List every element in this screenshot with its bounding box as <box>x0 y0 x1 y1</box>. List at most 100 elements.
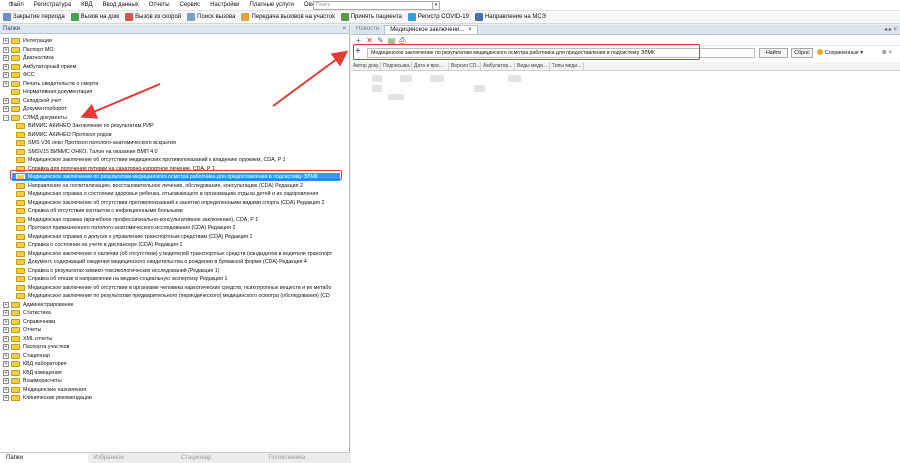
document-tab[interactable]: Медицинское заключени... × <box>384 25 478 34</box>
tree-document-type[interactable]: Справка о состоянии на учете в диспансер… <box>0 241 182 249</box>
tree-folder[interactable]: + Паспорт МО <box>0 46 53 54</box>
tree-folder[interactable]: + КВД лаборатория <box>0 360 66 368</box>
expand-icon[interactable]: + <box>3 106 9 112</box>
toolbar-button[interactable]: Вызов из скорой <box>125 13 181 21</box>
toolbar-button[interactable]: Направление на МСЭ <box>474 13 546 21</box>
bottom-tab[interactable]: Избранное <box>88 453 176 463</box>
expand-icon[interactable]: + <box>3 46 9 53</box>
tree-document-type[interactable]: Медицинская справка о допуске к управлен… <box>0 233 252 241</box>
tree-document-type[interactable]: Протокол прижизненного патолого-анатомич… <box>0 224 235 232</box>
tree-folder[interactable]: Нормативная документация <box>0 88 92 96</box>
tree-document-type[interactable]: ВИМИС АКИНЕО Протокол родов <box>0 131 112 139</box>
tree-document-type[interactable]: Справка об отсутствии контактов с инфекц… <box>0 207 183 215</box>
expand-icon[interactable]: + <box>3 310 9 316</box>
tree-document-type[interactable]: Справка для получения путевки на санатор… <box>0 165 215 173</box>
expand-icon[interactable]: + <box>3 301 9 308</box>
menu-item[interactable]: Настройки <box>205 0 244 11</box>
expand-icon[interactable]: + <box>3 344 9 350</box>
tree-document-type[interactable]: Медицинская справка (врачебное профессио… <box>0 216 258 224</box>
tree-folder[interactable]: + Амбулаторный прием <box>0 63 76 71</box>
tree-document-type[interactable]: Медицинское заключение об отсутствии про… <box>0 199 324 207</box>
expand-icon[interactable]: + <box>3 38 9 44</box>
grid-column-header[interactable]: Версия CD... <box>449 62 481 70</box>
menu-item[interactable]: Ввод данных <box>98 0 144 11</box>
bottom-tab[interactable]: Поликлиника <box>263 453 351 463</box>
menu-item[interactable]: Файл <box>4 0 29 11</box>
tree-folder[interactable]: + Печать свидетельств о смерти <box>0 80 98 88</box>
grid-column-header[interactable]: Автор доку... <box>351 62 381 70</box>
expand-icon[interactable]: + <box>3 80 9 87</box>
grid-column-header[interactable]: Виды меди... <box>515 62 550 70</box>
tree-document-type[interactable]: ВИМИС АКИНЕО Заключение по результатам Р… <box>0 122 154 130</box>
chevron-down-icon[interactable]: ▾ <box>432 2 439 9</box>
tree-folder[interactable]: + ФСС <box>0 71 35 79</box>
document-type-field[interactable]: Медицинское заключение по результатам ме… <box>367 48 755 58</box>
expand-icon[interactable]: + <box>3 327 9 333</box>
saved-filters-dropdown[interactable]: Сохраненные ▾ <box>817 48 863 58</box>
tree-folder[interactable]: + Администрирование <box>0 301 74 309</box>
expand-icon[interactable]: + <box>3 369 9 376</box>
clear-filter-icon[interactable]: ⊗ × <box>882 48 892 58</box>
tree-folder[interactable]: + Стационар <box>0 352 50 360</box>
collapse-icon[interactable]: - <box>3 114 9 121</box>
tree-folder[interactable]: + КВД извещения <box>0 369 62 377</box>
tree-folder[interactable]: + Интеграции <box>0 37 52 45</box>
menu-item[interactable]: Регистратура <box>29 0 76 11</box>
print-icon[interactable]: ⎙ <box>398 36 407 45</box>
toolbar-button[interactable]: Передача вызовов на участок <box>241 13 335 21</box>
tree-document-type[interactable]: Справка о результатах химико-токсикологи… <box>0 267 219 275</box>
bottom-tab[interactable]: Папки <box>0 453 88 463</box>
tree-document-type[interactable]: Медицинское заключение по результатам ме… <box>12 173 340 181</box>
tree-folder[interactable]: + Диагностика <box>0 54 54 62</box>
tree-folder[interactable]: + XML отчеты <box>0 335 52 343</box>
expand-icon[interactable]: + <box>3 361 9 367</box>
tree-folder[interactable]: + Статистика <box>0 309 51 317</box>
tree-folder[interactable]: + Справочники <box>0 318 55 326</box>
tree-document-type[interactable]: SMSV15 ВИМИС ОНКО. Талон на оказание ВМП… <box>0 148 158 156</box>
tree-folder[interactable]: + Взаиморасчеты <box>0 377 62 385</box>
bottom-tab[interactable]: Стационар <box>175 453 263 463</box>
toolbar-button[interactable]: Закрытие периода <box>3 13 65 21</box>
tree-folder[interactable]: + Документооборот <box>0 105 67 113</box>
expand-icon[interactable]: + <box>3 97 9 104</box>
toolbar-button[interactable]: Вызов на дом <box>70 13 119 21</box>
tree-document-type[interactable]: Справка об отказе в направлении на медик… <box>0 275 227 283</box>
expand-icon[interactable]: + <box>3 378 9 384</box>
grid-column-header[interactable]: Амбулатор... <box>481 62 515 70</box>
tree-document-type[interactable]: SMS V36 онко Протокол патолого-анатомиче… <box>0 139 176 147</box>
tree-document-type[interactable]: Медицинская справка о состоянии здоровья… <box>0 190 318 198</box>
add-document-icon[interactable]: + <box>355 47 361 57</box>
tree-document-type[interactable]: Медицинское заключение по результатам пр… <box>0 292 330 300</box>
delete-icon[interactable]: ✕ <box>365 36 374 45</box>
tree-document-type[interactable]: Медицинское заключение об отсутствии мед… <box>0 156 286 164</box>
expand-icon[interactable]: + <box>3 335 9 342</box>
close-tab-icon[interactable]: × <box>468 27 472 33</box>
tree-document-type[interactable]: Направление на госпитализацию, восстанов… <box>0 182 303 190</box>
tree-folder[interactable]: - СЭМД документы <box>0 114 67 122</box>
grid-column-header[interactable]: Подписыва... <box>381 62 412 70</box>
expand-icon[interactable]: + <box>3 55 9 61</box>
export-icon[interactable]: ▤ <box>387 36 396 45</box>
tree-folder[interactable]: + Паспорта участков <box>0 343 69 351</box>
tree-folder[interactable]: + Клинические рекомендации <box>0 394 92 402</box>
edit-icon[interactable]: ✎ <box>376 36 385 45</box>
menu-item[interactable]: Платные услуги <box>245 0 299 11</box>
grid-column-header[interactable]: Дата и вре... <box>412 62 449 70</box>
expand-icon[interactable]: + <box>3 395 9 401</box>
tree-folder[interactable]: + Медицинские назначения <box>0 386 86 394</box>
menu-item[interactable]: Сервис <box>175 0 206 11</box>
expand-icon[interactable]: + <box>3 352 9 359</box>
toolbar-button[interactable]: Регистр COVID-19 <box>407 13 469 21</box>
reset-button[interactable]: Сброс <box>791 48 813 58</box>
tree-folder[interactable]: + Складской учет <box>0 97 61 105</box>
search-input[interactable]: Поиск ▾ <box>313 1 440 10</box>
document-tab[interactable]: Новости <box>351 25 384 34</box>
tree-document-type[interactable]: Медицинское заключение о наличии (об отс… <box>0 250 332 258</box>
menu-item[interactable]: КВД <box>76 0 97 11</box>
add-icon[interactable]: + <box>354 36 363 45</box>
expand-icon[interactable]: + <box>3 386 9 393</box>
expand-icon[interactable]: + <box>3 72 9 78</box>
close-icon[interactable]: × <box>342 25 346 34</box>
tab-nav-icons[interactable]: ◂ ▸ × <box>884 25 897 35</box>
tree-document-type[interactable]: Медицинское заключение об отсутствии в о… <box>0 284 331 292</box>
